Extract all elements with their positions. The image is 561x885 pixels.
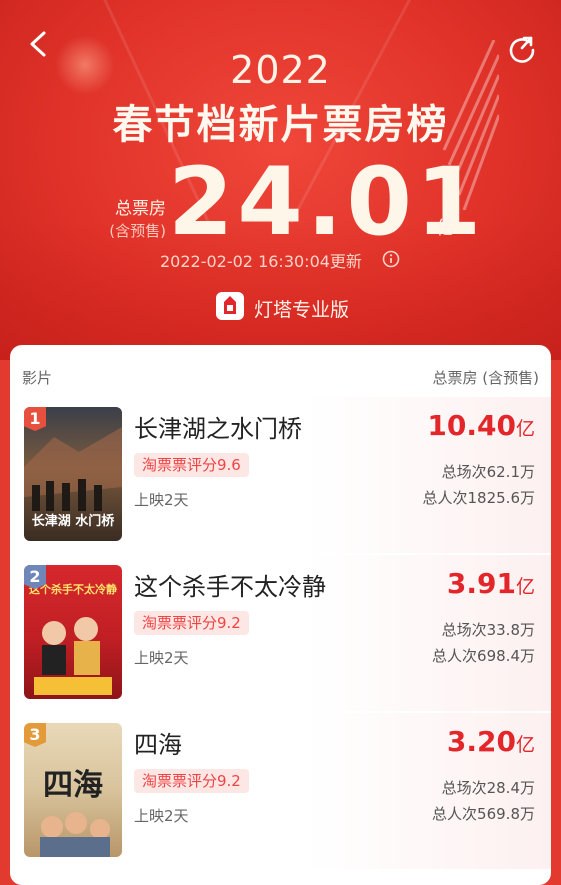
movie-poster: 这个杀手不太冷静 2	[24, 565, 122, 699]
box-office-value: 3.20亿	[447, 725, 535, 758]
total-box-office-sublabel: (含预售)	[109, 222, 166, 240]
box-office-value: 10.40亿	[427, 409, 535, 442]
movie-poster: 四海 3	[24, 723, 122, 857]
rating-badge: 淘票票评分9.6	[134, 453, 249, 477]
ranking-card: 影片 总票房 (含预售) 长津湖 水门桥 1 长津湖之水门桥 淘票票评分9.6 …	[10, 345, 551, 885]
movie-title: 四海	[134, 731, 182, 759]
days-released: 上映2天	[134, 649, 189, 667]
total-sessions: 总场次28.4万	[441, 779, 535, 797]
movie-title: 这个杀手不太冷静	[134, 573, 326, 601]
movie-row[interactable]: 四海 3 四海 淘票票评分9.2 上映2天 3.20亿 总场次28.4万 总人次…	[10, 713, 551, 869]
movie-poster: 长津湖 水门桥 1	[24, 407, 122, 541]
rank-badge: 3	[24, 723, 46, 747]
rank-badge: 1	[24, 407, 46, 431]
total-box-office-label: 总票房	[115, 199, 166, 219]
total-viewers: 总人次1825.6万	[422, 489, 536, 507]
brand-name: 灯塔专业版	[254, 299, 350, 321]
days-released: 上映2天	[134, 807, 189, 825]
event-year: 2022	[230, 48, 331, 92]
total-box-office-value: 24.01	[168, 148, 486, 257]
total-box-office-unit: 亿	[436, 218, 454, 239]
info-icon[interactable]	[382, 250, 400, 268]
dengta-logo-icon	[216, 292, 244, 320]
rank-badge: 2	[24, 565, 46, 589]
total-viewers: 总人次698.4万	[432, 647, 535, 665]
poster-title: 四海	[43, 768, 103, 803]
box-office-number: 3.91	[446, 567, 516, 600]
box-office-number: 3.20	[446, 725, 516, 758]
page-title: 春节档新片票房榜	[112, 102, 449, 148]
box-office-unit: 亿	[515, 418, 535, 440]
days-released: 上映2天	[134, 491, 189, 509]
movie-title: 长津湖之水门桥	[134, 415, 302, 443]
rating-badge: 淘票票评分9.2	[134, 769, 249, 793]
column-header-box-office: 总票房 (含预售)	[432, 369, 539, 387]
box-office-value: 3.91亿	[447, 567, 535, 600]
total-sessions: 总场次62.1万	[441, 463, 535, 481]
hero-banner: 2022 春节档新片票房榜 总票房 (含预售) 24.01 亿 2022-02-…	[0, 0, 561, 360]
movie-row[interactable]: 长津湖 水门桥 1 长津湖之水门桥 淘票票评分9.6 上映2天 10.40亿 总…	[10, 397, 551, 553]
total-viewers: 总人次569.8万	[432, 805, 535, 823]
update-time: 2022-02-02 16:30:04更新	[160, 252, 362, 271]
poster-title: 长津湖 水门桥	[32, 513, 116, 529]
column-header-movie: 影片	[22, 369, 53, 387]
movie-row[interactable]: 这个杀手不太冷静 2 这个杀手不太冷静 淘票票评分9.2 上映2天 3.91亿 …	[10, 555, 551, 711]
box-office-unit: 亿	[515, 576, 535, 598]
box-office-unit: 亿	[515, 734, 535, 756]
box-office-number: 10.40	[427, 409, 516, 442]
rating-badge: 淘票票评分9.2	[134, 611, 249, 635]
total-sessions: 总场次33.8万	[441, 621, 535, 639]
